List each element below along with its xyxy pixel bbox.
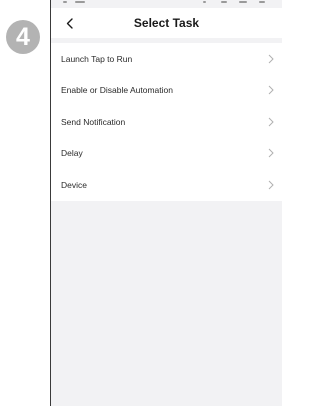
chevron-right-icon: [268, 117, 274, 127]
instruction-page: 4 Select Task Launch Tap to Run Enable o…: [0, 0, 282, 406]
task-label: Device: [61, 179, 87, 190]
chevron-right-icon: [268, 180, 274, 190]
status-bar-fragment: [259, 1, 265, 3]
task-label: Send Notification: [61, 116, 126, 127]
status-bar: [51, 0, 282, 8]
task-item-device[interactable]: Device: [51, 169, 282, 201]
status-bar-fragment: [221, 1, 227, 3]
status-bar-fragment: [63, 1, 67, 3]
page-title: Select Task: [133, 16, 200, 30]
task-item-launch-tap-to-run[interactable]: Launch Tap to Run: [51, 43, 282, 75]
phone-screen: Select Task Launch Tap to Run Enable or …: [50, 0, 282, 406]
chevron-right-icon: [268, 54, 274, 64]
task-item-send-notification[interactable]: Send Notification: [51, 106, 282, 138]
status-bar-fragment: [203, 1, 206, 3]
status-bar-fragment: [239, 1, 247, 3]
task-list: Launch Tap to Run Enable or Disable Auto…: [51, 43, 282, 201]
task-item-enable-or-disable-automation[interactable]: Enable or Disable Automation: [51, 75, 282, 107]
chevron-right-icon: [268, 148, 274, 158]
step-number-badge: 4: [6, 20, 40, 54]
task-label: Enable or Disable Automation: [61, 85, 173, 96]
chevron-right-icon: [268, 85, 274, 95]
task-label: Launch Tap to Run: [61, 53, 133, 64]
status-bar-fragment: [75, 1, 85, 3]
navigation-bar: Select Task: [51, 8, 282, 38]
task-item-delay[interactable]: Delay: [51, 138, 282, 170]
task-label: Delay: [61, 148, 83, 159]
